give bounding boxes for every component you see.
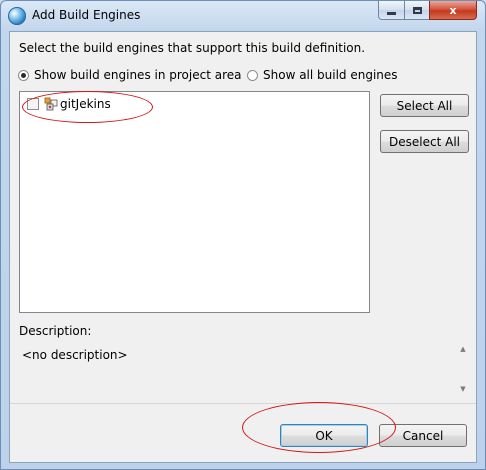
radio-all-engines[interactable]: Show all build engines	[247, 68, 398, 82]
maximize-icon	[412, 6, 422, 14]
minimize-button[interactable]	[378, 1, 405, 20]
list-item[interactable]: gitJekins	[27, 97, 111, 111]
build-engine-icon	[44, 97, 58, 111]
dialog-window: Add Build Engines x Select the build eng…	[0, 0, 486, 470]
radio-label: Show all build engines	[263, 68, 398, 82]
radio-label: Show build engines in project area	[34, 68, 242, 82]
deselect-all-button[interactable]: Deselect All	[380, 130, 469, 153]
instruction-text: Select the build engines that support th…	[19, 41, 366, 55]
ok-button[interactable]: OK	[280, 424, 368, 447]
radio-project-area[interactable]: Show build engines in project area	[18, 68, 242, 82]
description-scrollbar[interactable]: ▲ ▼	[458, 345, 468, 393]
minimize-icon	[387, 11, 396, 15]
title-bar[interactable]: Add Build Engines x	[1, 1, 486, 31]
eclipse-globe-icon	[8, 7, 26, 25]
select-all-button[interactable]: Select All	[380, 94, 469, 117]
description-area[interactable]: <no description> ▲ ▼	[19, 343, 469, 395]
build-engine-list[interactable]: gitJekins	[19, 91, 370, 313]
maximize-button[interactable]	[404, 1, 430, 20]
dialog-content: Select the build engines that support th…	[9, 31, 477, 463]
scroll-up-icon[interactable]: ▲	[460, 345, 465, 353]
cancel-button[interactable]: Cancel	[379, 424, 467, 447]
divider	[10, 403, 476, 404]
close-icon: x	[449, 3, 457, 17]
scroll-down-icon[interactable]: ▼	[460, 385, 465, 393]
description-text: <no description>	[22, 348, 128, 362]
radio-button-selected[interactable]	[18, 69, 29, 81]
close-button[interactable]: x	[429, 1, 477, 20]
engine-name: gitJekins	[60, 97, 111, 111]
radio-button[interactable]	[247, 69, 258, 81]
engine-checkbox[interactable]	[27, 98, 39, 110]
description-label: Description:	[19, 324, 92, 338]
window-title: Add Build Engines	[32, 8, 141, 22]
